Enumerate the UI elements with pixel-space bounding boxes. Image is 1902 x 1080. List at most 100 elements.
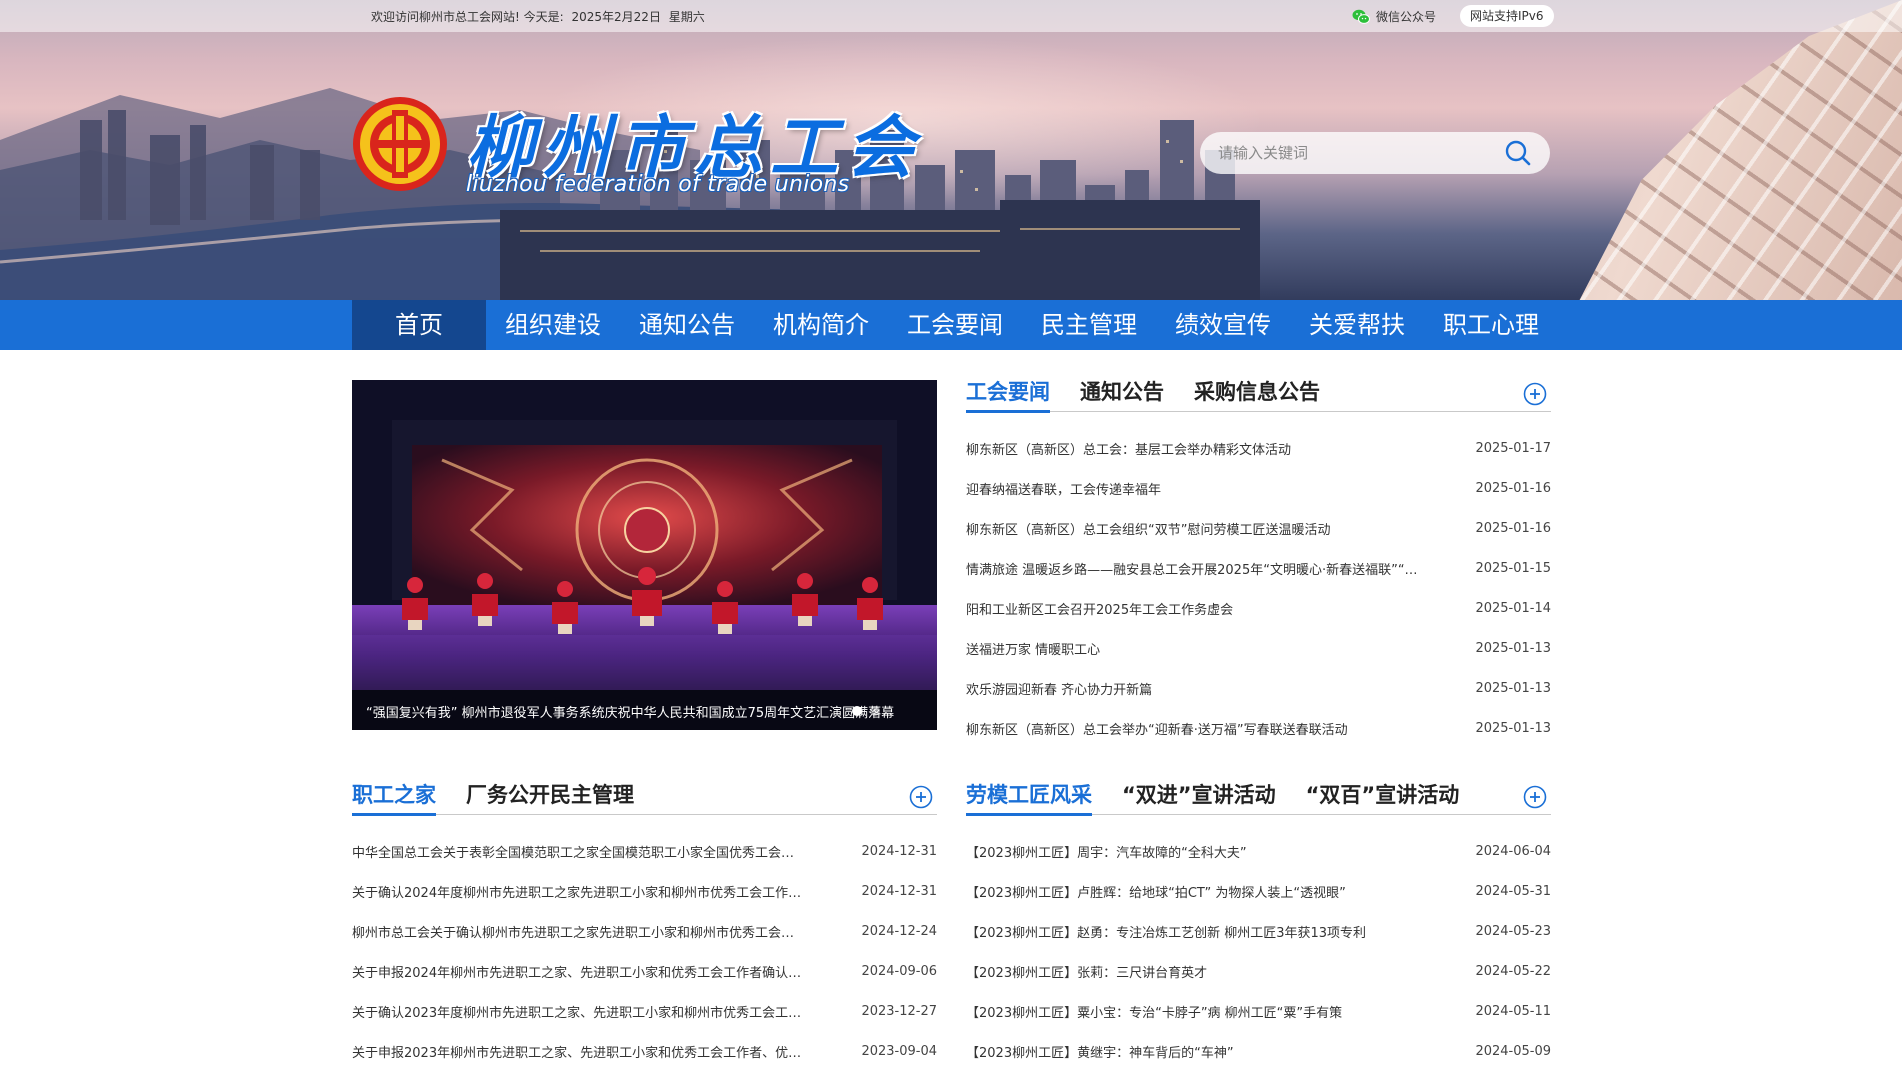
- list-item-title[interactable]: 中华全国总工会关于表彰全国模范职工之家全国模范职工小家全国优秀工会…: [352, 842, 832, 861]
- nav-item-about[interactable]: 机构简介: [754, 300, 888, 350]
- list-item-title[interactable]: 关于申报2024年柳州市先进职工之家、先进职工小家和优秀工会工作者确认…: [352, 962, 832, 981]
- list-item-date: 2024-09-06: [861, 963, 937, 979]
- tab-notices[interactable]: 通知公告: [1080, 378, 1164, 412]
- list-item-title[interactable]: 【2023柳州工匠】卢胜辉：给地球“拍CT” 为物探人装上“透视眼”: [966, 882, 1446, 901]
- list-item-title[interactable]: 关于确认2024年度柳州市先进职工之家先进职工小家和柳州市优秀工会工作…: [352, 882, 832, 901]
- list-item-title[interactable]: 欢乐游园迎新春 齐心协力开新篇: [966, 679, 1446, 698]
- list-item[interactable]: 关于确认2023年度柳州市先进职工之家、先进职工小家和柳州市优秀工会工… 2023…: [352, 991, 937, 1031]
- list-item-date: 2025-01-15: [1475, 560, 1551, 576]
- list-item-title[interactable]: 柳东新区（高新区）总工会：基层工会举办精彩文体活动: [966, 439, 1446, 458]
- list-item[interactable]: 柳东新区（高新区）总工会组织“双节”慰问劳模工匠送温暖活动 2025-01-16: [966, 508, 1551, 548]
- list-item-title[interactable]: 送福进万家 情暖职工心: [966, 639, 1446, 658]
- trade-union-emblem-icon[interactable]: [352, 96, 448, 192]
- nav-item-news[interactable]: 工会要闻: [888, 300, 1022, 350]
- list-item[interactable]: 【2023柳州工匠】张莉：三尺讲台育英才 2024-05-22: [966, 951, 1551, 991]
- carousel-caption[interactable]: “强国复兴有我” 柳州市退役军人事务系统庆祝中华人民共和国成立75周年文艺汇演圆…: [366, 702, 906, 721]
- list-item[interactable]: 柳东新区（高新区）总工会：基层工会举办精彩文体活动 2025-01-17: [966, 428, 1551, 468]
- list-item[interactable]: 柳东新区（高新区）总工会举办“迎新春·送万福”写春联送春联活动 2025-01-1…: [966, 708, 1551, 748]
- list-item-date: 2025-01-13: [1475, 720, 1551, 736]
- news-panel: 工会要闻 通知公告 采购信息公告 柳东新区（高新区）总工会：基层工会举办精彩文体…: [966, 378, 1551, 748]
- model-workers-list: 【2023柳州工匠】周宇：汽车故障的“全科大夫” 2024-06-04 【2023…: [966, 831, 1551, 1071]
- list-item[interactable]: 阳和工业新区工会召开2025年工会工作务虚会 2025-01-14: [966, 588, 1551, 628]
- list-item[interactable]: 【2023柳州工匠】黄继宇：神车背后的“车神” 2024-05-09: [966, 1031, 1551, 1071]
- list-item-title[interactable]: 情满旅途 温暖返乡路——融安县总工会开展2025年“文明暖心·新春送福联”“…: [966, 559, 1446, 578]
- carousel-dot-2[interactable]: [870, 706, 880, 716]
- list-item-title[interactable]: 【2023柳州工匠】张莉：三尺讲台育英才: [966, 962, 1446, 981]
- nav-item-organization[interactable]: 组织建设: [486, 300, 620, 350]
- main-nav: 首页 组织建设 通知公告 机构简介 工会要闻 民主管理 绩效宣传 关爱帮扶 职工…: [0, 300, 1902, 350]
- list-item[interactable]: 中华全国总工会关于表彰全国模范职工之家全国模范职工小家全国优秀工会… 2024-1…: [352, 831, 937, 871]
- list-item-title[interactable]: 关于申报2023年柳州市先进职工之家、先进职工小家和优秀工会工作者、优…: [352, 1042, 832, 1061]
- list-item[interactable]: 关于确认2024年度柳州市先进职工之家先进职工小家和柳州市优秀工会工作… 2024…: [352, 871, 937, 911]
- list-item[interactable]: 【2023柳州工匠】赵勇：专注冶炼工艺创新 柳州工匠3年获13项专利 2024-0…: [966, 911, 1551, 951]
- carousel-image[interactable]: [352, 380, 937, 730]
- ipv6-badge: 网站支持IPv6: [1460, 5, 1554, 27]
- current-weekday: 星期六: [668, 10, 705, 24]
- tab-workers-home[interactable]: 职工之家: [352, 781, 436, 816]
- list-item-title[interactable]: 阳和工业新区工会召开2025年工会工作务虚会: [966, 599, 1446, 618]
- plus-circle-icon[interactable]: [1523, 785, 1547, 809]
- list-item-date: 2024-05-23: [1475, 923, 1551, 939]
- list-item-date: 2023-09-04: [861, 1043, 937, 1059]
- nav-item-home[interactable]: 首页: [352, 300, 486, 350]
- list-item-title[interactable]: 【2023柳州工匠】赵勇：专注冶炼工艺创新 柳州工匠3年获13项专利: [966, 922, 1446, 941]
- list-item[interactable]: 欢乐游园迎新春 齐心协力开新篇 2025-01-13: [966, 668, 1551, 708]
- list-item-title[interactable]: 柳东新区（高新区）总工会组织“双节”慰问劳模工匠送温暖活动: [966, 519, 1446, 538]
- nav-item-care[interactable]: 关爱帮扶: [1290, 300, 1424, 350]
- welcome-text: 欢迎访问柳州市总工会网站! 今天是: 2025年2月22日 星期六: [371, 8, 709, 25]
- news-panel-tabs: 工会要闻 通知公告 采购信息公告: [966, 378, 1551, 413]
- tab-model-craftsmen[interactable]: 劳模工匠风采: [966, 781, 1092, 816]
- news-list: 柳东新区（高新区）总工会：基层工会举办精彩文体活动 2025-01-17 迎春纳福…: [966, 428, 1551, 748]
- list-item[interactable]: 迎春纳福送春联，工会传递幸福年 2025-01-16: [966, 468, 1551, 508]
- carousel-dot-1[interactable]: [852, 706, 862, 716]
- wechat-link[interactable]: 微信公众号: [1352, 8, 1436, 25]
- list-item[interactable]: 【2023柳州工匠】粟小宝：专治“卡脖子”病 柳州工匠“粟”手有策 2024-05…: [966, 991, 1551, 1031]
- nav-item-notices[interactable]: 通知公告: [620, 300, 754, 350]
- news-carousel[interactable]: “强国复兴有我” 柳州市退役军人事务系统庆祝中华人民共和国成立75周年文艺汇演圆…: [352, 380, 937, 730]
- nav-item-psychology[interactable]: 职工心理: [1424, 300, 1558, 350]
- list-item[interactable]: 柳州市总工会关于确认柳州市先进职工之家先进职工小家和柳州市优秀工会… 2024-1…: [352, 911, 937, 951]
- list-item-title[interactable]: 【2023柳州工匠】周宇：汽车故障的“全科大夫”: [966, 842, 1446, 861]
- wechat-icon: [1352, 9, 1370, 24]
- tab-double-enter[interactable]: “双进”宣讲活动: [1122, 781, 1276, 815]
- tab-factory-affairs[interactable]: 厂务公开民主管理: [466, 781, 634, 815]
- list-item-date: 2024-05-22: [1475, 963, 1551, 979]
- list-item-date: 2025-01-17: [1475, 440, 1551, 456]
- model-workers-tabs: 劳模工匠风采 “双进”宣讲活动 “双百”宣讲活动: [966, 781, 1551, 816]
- list-item-date: 2024-05-09: [1475, 1043, 1551, 1059]
- workers-home-header: 职工之家 厂务公开民主管理: [352, 781, 937, 816]
- list-item-title[interactable]: 迎春纳福送春联，工会传递幸福年: [966, 479, 1446, 498]
- list-item-title[interactable]: 【2023柳州工匠】黄继宇：神车背后的“车神”: [966, 1042, 1446, 1061]
- list-item-date: 2024-05-31: [1475, 883, 1551, 899]
- list-item-date: 2024-05-11: [1475, 1003, 1551, 1019]
- nav-item-performance[interactable]: 绩效宣传: [1156, 300, 1290, 350]
- workers-home-tabs: 职工之家 厂务公开民主管理: [352, 781, 937, 816]
- plus-circle-icon[interactable]: [909, 785, 933, 809]
- tab-union-news[interactable]: 工会要闻: [966, 378, 1050, 413]
- list-item-title[interactable]: 关于确认2023年度柳州市先进职工之家、先进职工小家和柳州市优秀工会工…: [352, 1002, 832, 1021]
- list-item-title[interactable]: 柳东新区（高新区）总工会举办“迎新春·送万福”写春联送春联活动: [966, 719, 1446, 738]
- tab-procurement[interactable]: 采购信息公告: [1194, 378, 1320, 412]
- list-item-date: 2025-01-13: [1475, 680, 1551, 696]
- search-input[interactable]: [1218, 132, 1498, 174]
- search-icon[interactable]: [1502, 137, 1534, 169]
- list-item[interactable]: 情满旅途 温暖返乡路——融安县总工会开展2025年“文明暖心·新春送福联”“… 2…: [966, 548, 1551, 588]
- list-item-title[interactable]: 【2023柳州工匠】粟小宝：专治“卡脖子”病 柳州工匠“粟”手有策: [966, 1002, 1446, 1021]
- nav-list: 首页 组织建设 通知公告 机构简介 工会要闻 民主管理 绩效宣传 关爱帮扶 职工…: [352, 300, 1558, 350]
- list-item-date: 2025-01-14: [1475, 600, 1551, 616]
- list-item-date: 2024-06-04: [1475, 843, 1551, 859]
- nav-item-democracy[interactable]: 民主管理: [1022, 300, 1156, 350]
- model-workers-header: 劳模工匠风采 “双进”宣讲活动 “双百”宣讲活动: [966, 781, 1551, 816]
- plus-circle-icon[interactable]: [1523, 382, 1547, 406]
- tab-double-hundred[interactable]: “双百”宣讲活动: [1306, 781, 1460, 815]
- list-item[interactable]: 【2023柳州工匠】卢胜辉：给地球“拍CT” 为物探人装上“透视眼” 2024-0…: [966, 871, 1551, 911]
- list-item[interactable]: 【2023柳州工匠】周宇：汽车故障的“全科大夫” 2024-06-04: [966, 831, 1551, 871]
- list-item[interactable]: 关于申报2024年柳州市先进职工之家、先进职工小家和优秀工会工作者确认… 2024…: [352, 951, 937, 991]
- carousel-caption-bar: “强国复兴有我” 柳州市退役军人事务系统庆祝中华人民共和国成立75周年文艺汇演圆…: [352, 690, 937, 730]
- list-item[interactable]: 送福进万家 情暖职工心 2025-01-13: [966, 628, 1551, 668]
- news-panel-header: 工会要闻 通知公告 采购信息公告: [966, 378, 1551, 413]
- list-item-date: 2024-12-24: [861, 923, 937, 939]
- list-item-date: 2025-01-13: [1475, 640, 1551, 656]
- list-item-title[interactable]: 柳州市总工会关于确认柳州市先进职工之家先进职工小家和柳州市优秀工会…: [352, 922, 832, 941]
- list-item[interactable]: 关于申报2023年柳州市先进职工之家、先进职工小家和优秀工会工作者、优… 2023…: [352, 1031, 937, 1071]
